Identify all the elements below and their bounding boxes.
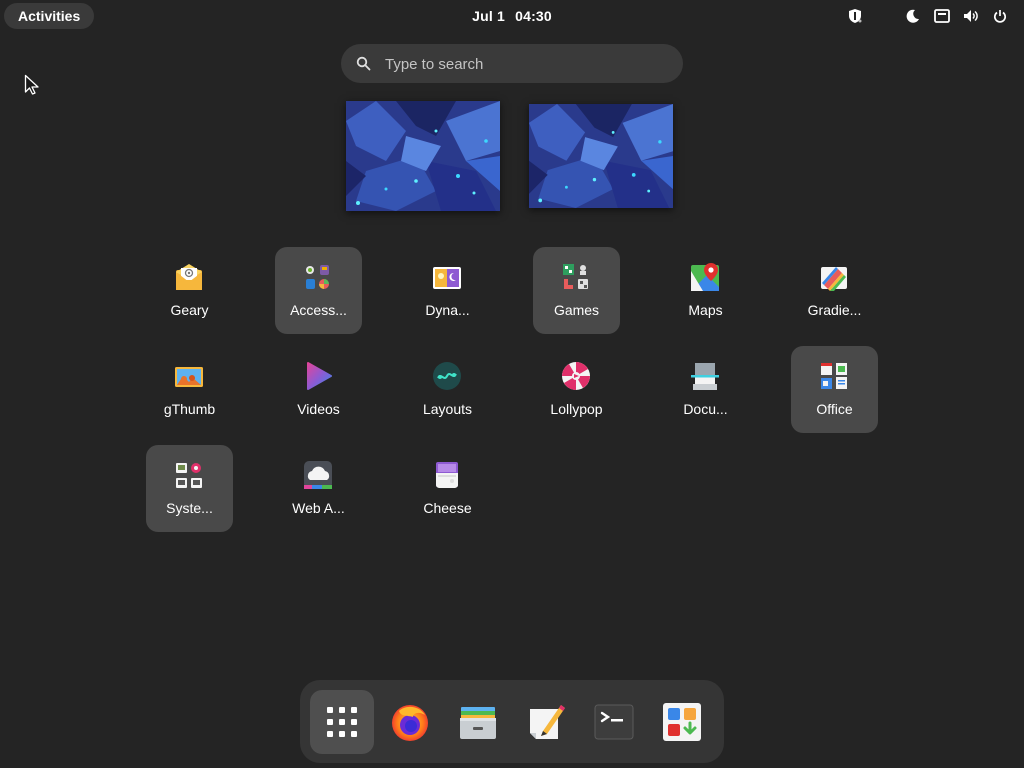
app-label: Videos xyxy=(297,401,340,417)
app-folder-office[interactable]: Office xyxy=(791,346,878,433)
gradience-icon xyxy=(818,261,850,293)
app-label: Syste... xyxy=(166,500,213,516)
layouts-icon xyxy=(431,360,463,392)
clock-time: 04:30 xyxy=(515,8,552,24)
clock-date: Jul 1 xyxy=(472,8,505,24)
app-label: Geary xyxy=(170,302,209,318)
network-wired-icon[interactable] xyxy=(934,8,950,24)
app-label: Dyna... xyxy=(425,302,470,318)
workspace-thumbnail-1[interactable] xyxy=(346,101,500,211)
app-label: Lollypop xyxy=(550,401,603,417)
security-shield-icon[interactable] xyxy=(847,8,863,24)
power-icon[interactable] xyxy=(992,8,1008,24)
lollypop-icon xyxy=(560,360,592,392)
app-gthumb[interactable]: gThumb xyxy=(146,346,233,433)
show-apps-button[interactable] xyxy=(310,690,374,754)
app-label: Gradie... xyxy=(807,302,862,318)
maps-icon xyxy=(689,261,721,293)
dynamic-wallpaper-icon xyxy=(431,261,463,293)
cheese-icon xyxy=(431,459,463,491)
show-apps-grid-icon xyxy=(321,701,363,743)
search-input[interactable] xyxy=(383,44,667,85)
app-maps[interactable]: Maps xyxy=(662,247,749,334)
app-layouts[interactable]: Layouts xyxy=(404,346,491,433)
system-folder-icon xyxy=(173,459,205,491)
videos-icon xyxy=(302,360,334,392)
workspace-thumbnail-2[interactable] xyxy=(529,104,673,208)
software-icon xyxy=(661,701,703,743)
dash xyxy=(300,680,724,763)
document-scanner-icon xyxy=(689,360,721,392)
app-cheese[interactable]: Cheese xyxy=(404,445,491,532)
geary-mail-icon xyxy=(173,261,205,293)
app-label: Web A... xyxy=(292,500,345,516)
mouse-pointer-icon xyxy=(24,74,42,101)
app-document-scanner[interactable]: Docu... xyxy=(662,346,749,433)
accessories-folder-icon xyxy=(302,261,334,293)
dash-software[interactable] xyxy=(650,690,714,754)
gthumb-icon xyxy=(173,360,205,392)
search-icon xyxy=(356,56,371,76)
app-lollypop[interactable]: Lollypop xyxy=(533,346,620,433)
web-apps-icon xyxy=(302,459,334,491)
app-web-apps[interactable]: Web A... xyxy=(275,445,362,532)
app-label: Office xyxy=(816,401,853,417)
app-label: Access... xyxy=(290,302,347,318)
app-geary[interactable]: Geary xyxy=(146,247,233,334)
search-bar[interactable] xyxy=(341,44,683,85)
app-label: Docu... xyxy=(683,401,728,417)
app-folder-accessories[interactable]: Access... xyxy=(275,247,362,334)
app-label: Maps xyxy=(688,302,723,318)
app-videos[interactable]: Videos xyxy=(275,346,362,433)
dash-text-editor[interactable] xyxy=(514,690,578,754)
top-bar: Activities Jul 1 04:30 xyxy=(0,0,1024,32)
dash-terminal[interactable] xyxy=(582,690,646,754)
files-icon xyxy=(457,701,499,743)
terminal-icon xyxy=(593,701,635,743)
firefox-icon xyxy=(389,701,431,743)
app-folder-games[interactable]: Games xyxy=(533,247,620,334)
app-folder-system[interactable]: Syste... xyxy=(146,445,233,532)
night-light-icon[interactable] xyxy=(905,8,921,24)
app-dynamic-wallpaper[interactable]: Dyna... xyxy=(404,247,491,334)
text-editor-icon xyxy=(525,701,567,743)
app-label: gThumb xyxy=(163,401,216,417)
dash-files[interactable] xyxy=(446,690,510,754)
app-label: Layouts xyxy=(422,401,473,417)
games-folder-icon xyxy=(560,261,592,293)
office-folder-icon xyxy=(818,360,850,392)
app-gradience[interactable]: Gradie... xyxy=(791,247,878,334)
volume-icon[interactable] xyxy=(963,8,979,24)
dash-firefox[interactable] xyxy=(378,690,442,754)
system-status-area[interactable] xyxy=(847,7,1008,25)
app-label: Games xyxy=(553,302,600,318)
app-label: Cheese xyxy=(423,500,472,516)
